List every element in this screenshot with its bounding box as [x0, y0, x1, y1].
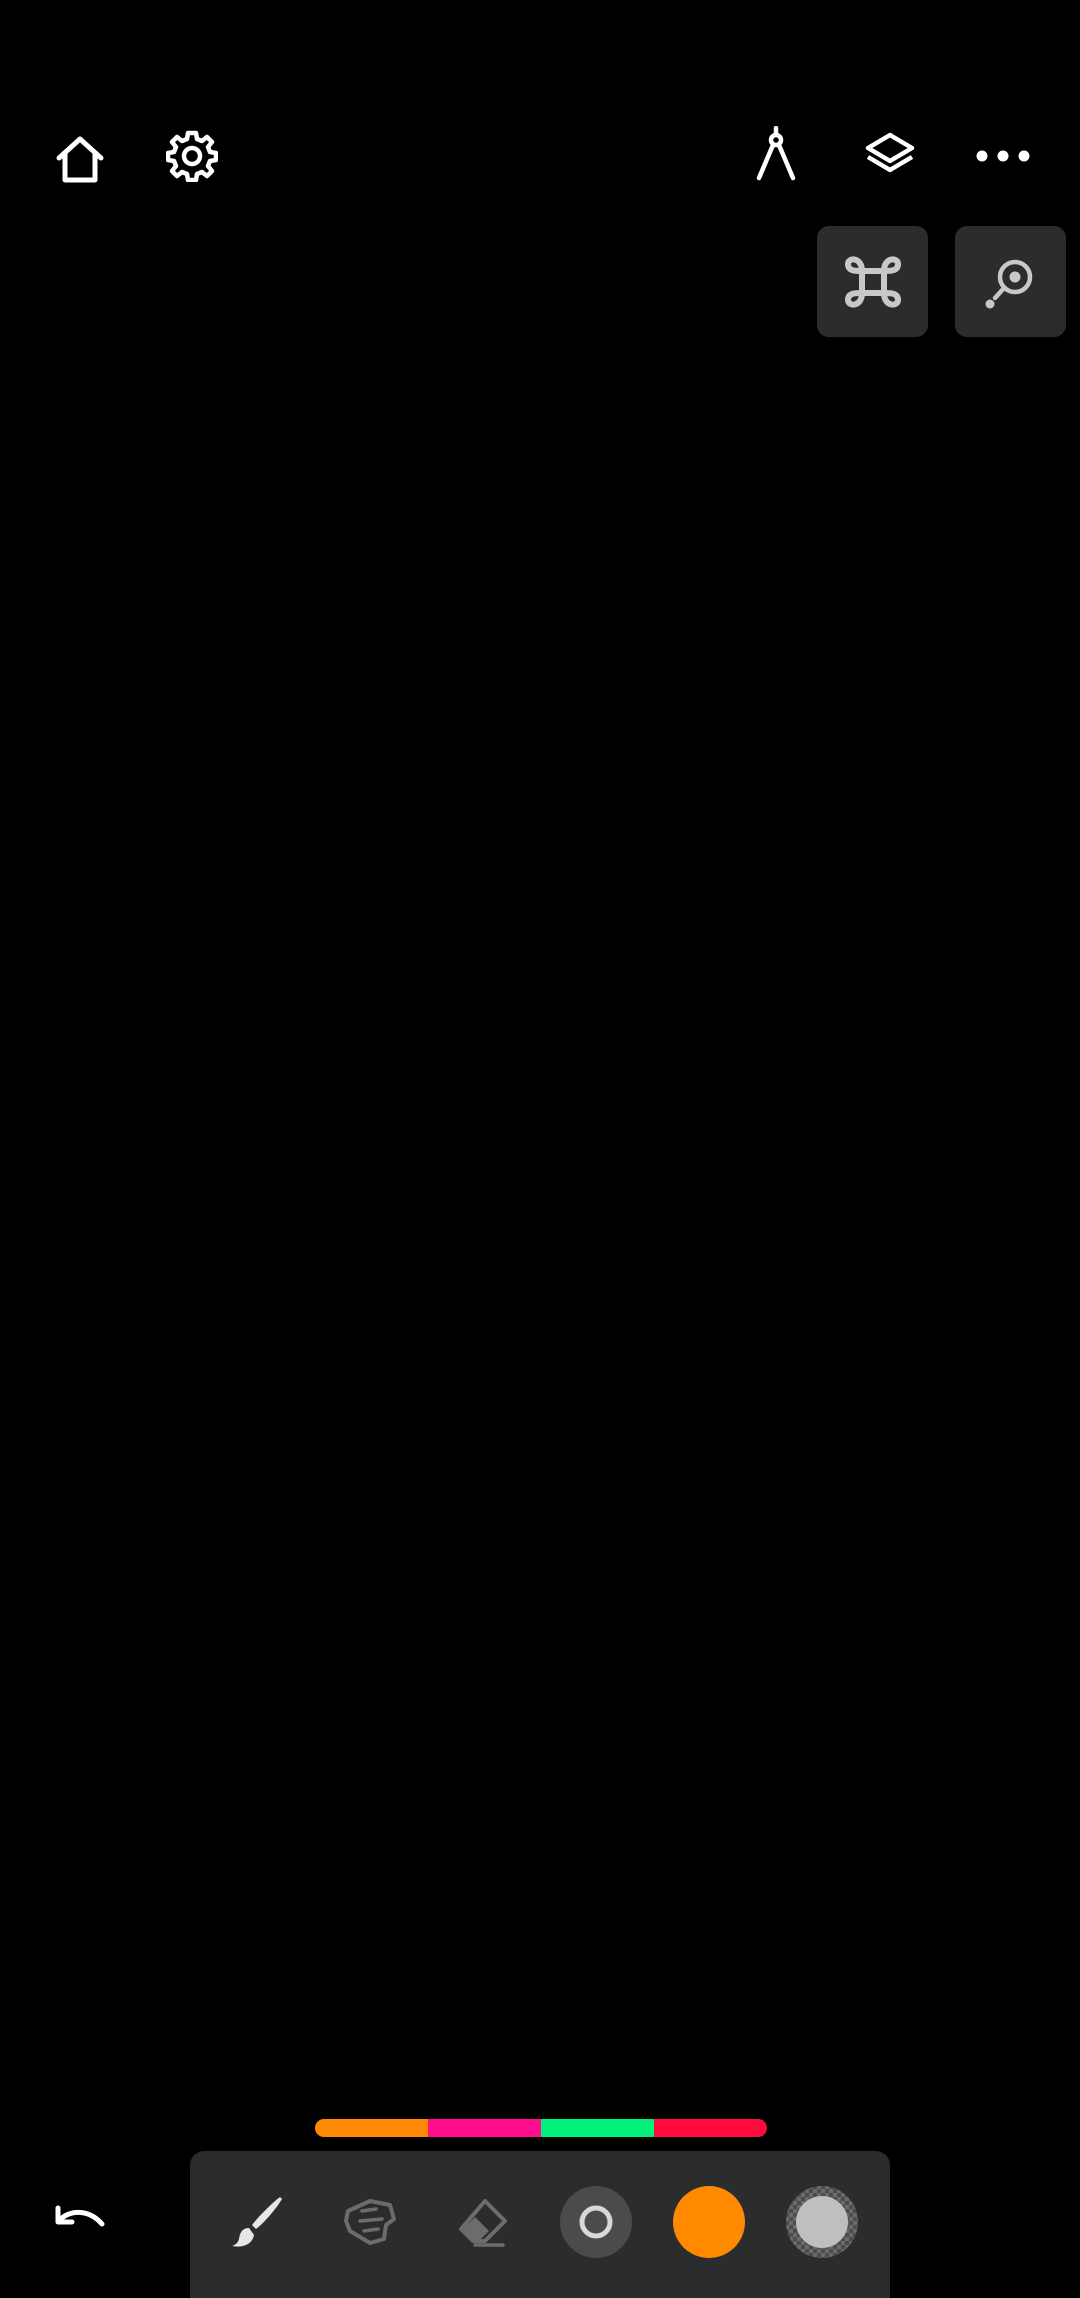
- brush-tool-button[interactable]: [218, 2183, 296, 2261]
- eraser-icon: [459, 2199, 507, 2247]
- settings-button[interactable]: [160, 124, 224, 188]
- recent-colors-palette: [315, 2119, 767, 2137]
- color-picker-button[interactable]: [670, 2183, 748, 2261]
- zoom-reference-icon: [985, 259, 1032, 308]
- tool-bar: [190, 2151, 890, 2298]
- home-button[interactable]: [48, 128, 112, 192]
- brush-size-button[interactable]: [557, 2183, 635, 2261]
- more-horizontal-icon: [976, 150, 1030, 162]
- command-button[interactable]: [817, 226, 928, 337]
- layers-button[interactable]: [858, 124, 922, 188]
- palette-swatch-2[interactable]: [428, 2119, 541, 2137]
- command-key-icon: [844, 255, 901, 308]
- compass-ruler-icon: [756, 126, 796, 181]
- more-button[interactable]: [968, 124, 1038, 188]
- palette-swatch-4[interactable]: [654, 2119, 767, 2137]
- reference-zoom-button[interactable]: [955, 226, 1066, 337]
- undo-button[interactable]: [40, 2180, 120, 2260]
- smudge-icon: [344, 2199, 396, 2245]
- undo-icon: [55, 2205, 105, 2227]
- opacity-picker-button[interactable]: [783, 2183, 861, 2261]
- eraser-tool-button[interactable]: [444, 2183, 522, 2261]
- opacity-checker-icon: [786, 2186, 858, 2258]
- layers-icon: [865, 132, 915, 173]
- brush-size-icon: [560, 2186, 632, 2258]
- current-color-swatch: [673, 2186, 745, 2258]
- settings-gear-icon: [166, 130, 218, 182]
- smudge-tool-button[interactable]: [331, 2183, 409, 2261]
- palette-swatch-3[interactable]: [541, 2119, 654, 2137]
- palette-swatch-1[interactable]: [315, 2119, 428, 2137]
- drawing-canvas[interactable]: [0, 340, 1080, 2100]
- guides-button[interactable]: [744, 122, 808, 186]
- home-icon: [56, 136, 104, 183]
- brush-icon: [232, 2197, 282, 2247]
